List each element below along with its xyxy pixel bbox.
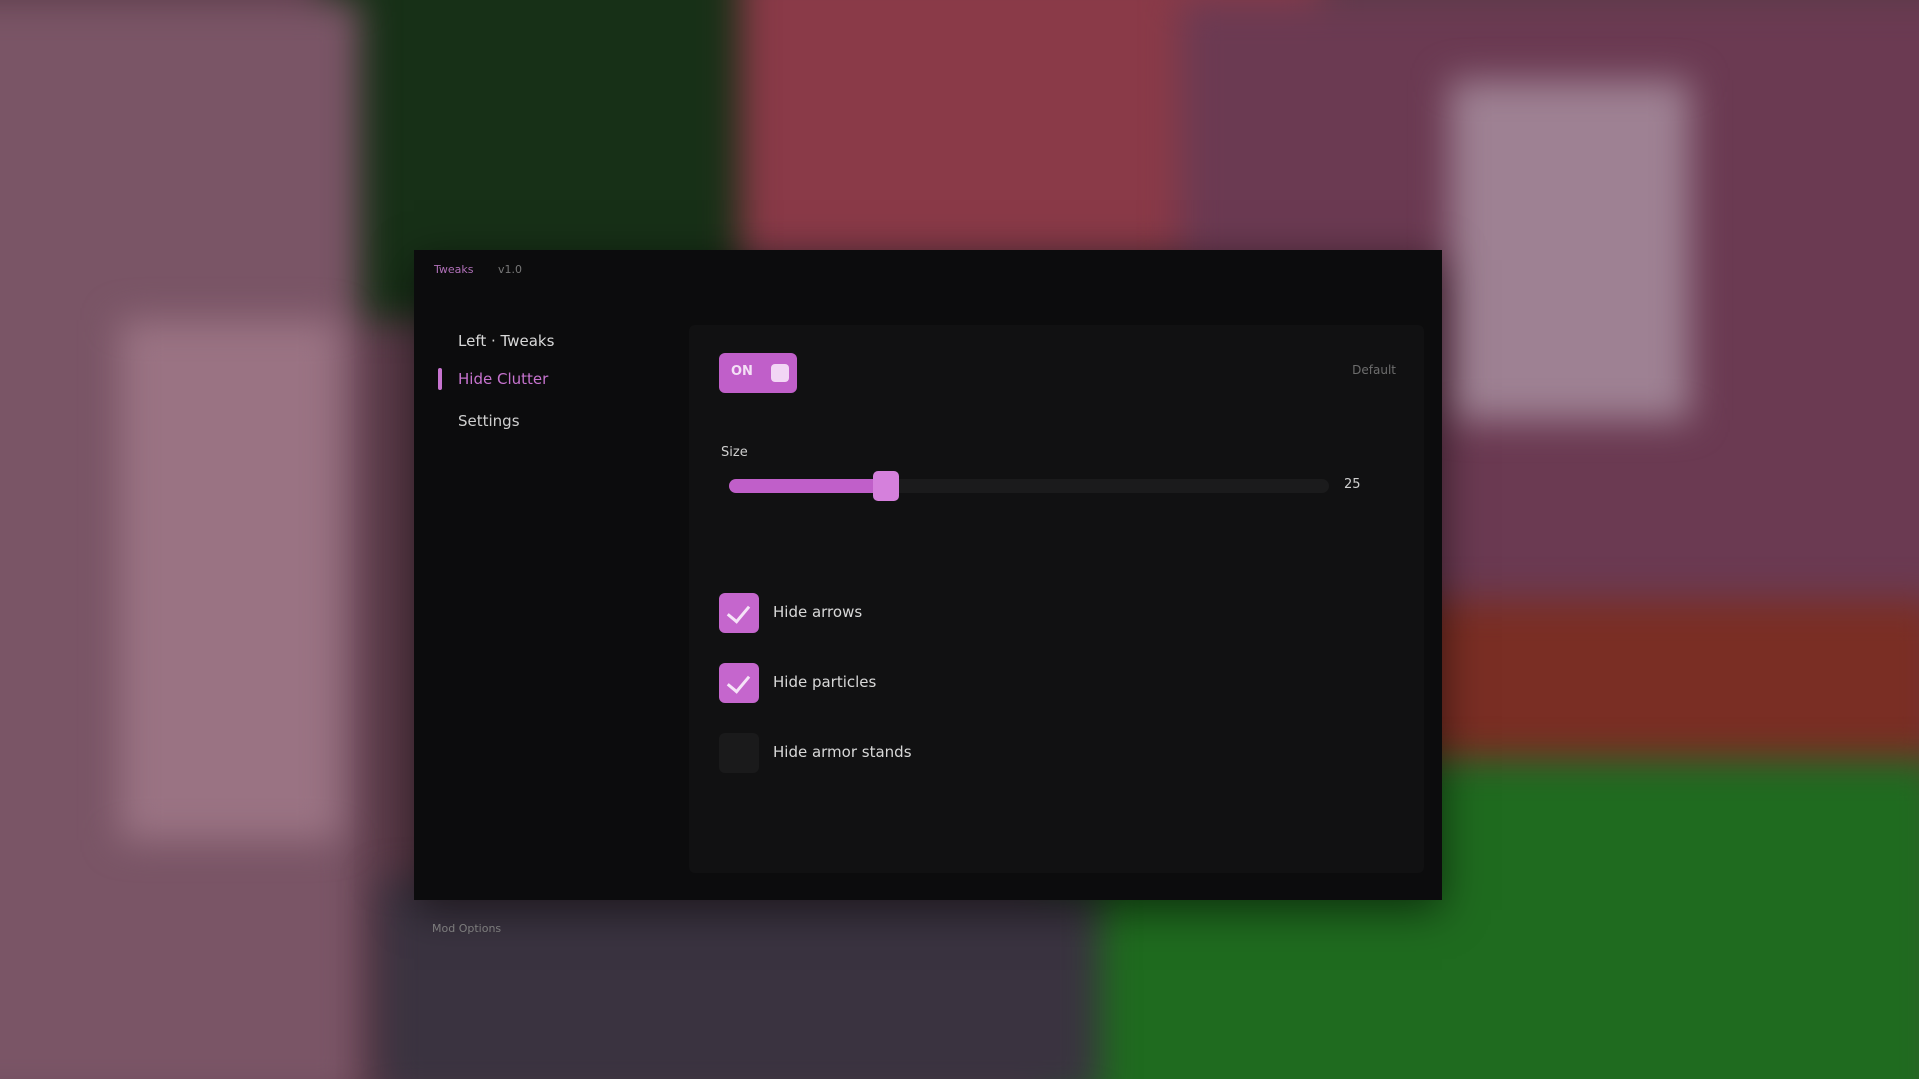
checkbox[interactable] xyxy=(719,593,759,633)
sidebar-item-hide-clutter[interactable]: Hide Clutter xyxy=(438,365,668,393)
active-indicator xyxy=(438,368,442,390)
checkbox[interactable] xyxy=(719,663,759,703)
app-version: v1.0 xyxy=(498,263,523,276)
checkbox[interactable] xyxy=(719,733,759,773)
checkbox-hide-arrows[interactable]: Hide arrows xyxy=(719,593,1119,633)
slider-fill xyxy=(729,479,886,493)
size-slider[interactable] xyxy=(729,471,1329,501)
check-icon xyxy=(726,669,751,694)
sidebar-item-settings[interactable]: Settings xyxy=(438,407,668,435)
checkbox-label: Hide armor stands xyxy=(773,743,912,761)
sidebar: Left · Tweaks Hide Clutter Settings Mod … xyxy=(414,290,689,935)
checkbox-label: Hide particles xyxy=(773,673,877,691)
settings-window: Tweaks v1.0 Left · Tweaks Hide Clutter S… xyxy=(414,250,1442,935)
check-icon xyxy=(726,599,751,624)
slider-value: 25 xyxy=(1344,477,1361,492)
slider-handle[interactable] xyxy=(872,471,899,501)
sidebar-group-title: Left · Tweaks xyxy=(458,332,555,350)
sidebar-footer: Mod Options xyxy=(432,922,502,935)
checkbox-hide-armor-stands[interactable]: Hide armor stands xyxy=(719,733,1119,773)
title-bar: Tweaks v1.0 xyxy=(414,250,1442,290)
checkbox-hide-particles[interactable]: Hide particles xyxy=(719,663,1119,703)
slider-label: Size xyxy=(721,445,748,460)
toggle-label: ON xyxy=(731,364,753,379)
app-name: Tweaks xyxy=(434,263,474,276)
sidebar-item-label: Settings xyxy=(458,412,520,430)
toggle-knob xyxy=(771,364,789,382)
reset-default-link[interactable]: Default xyxy=(1352,363,1396,377)
sidebar-item-label: Hide Clutter xyxy=(458,370,549,388)
enable-toggle[interactable]: ON xyxy=(719,353,797,393)
options-panel: ON Default Size 25 Hide arrows Hide part… xyxy=(689,325,1424,873)
checkbox-label: Hide arrows xyxy=(773,603,863,621)
